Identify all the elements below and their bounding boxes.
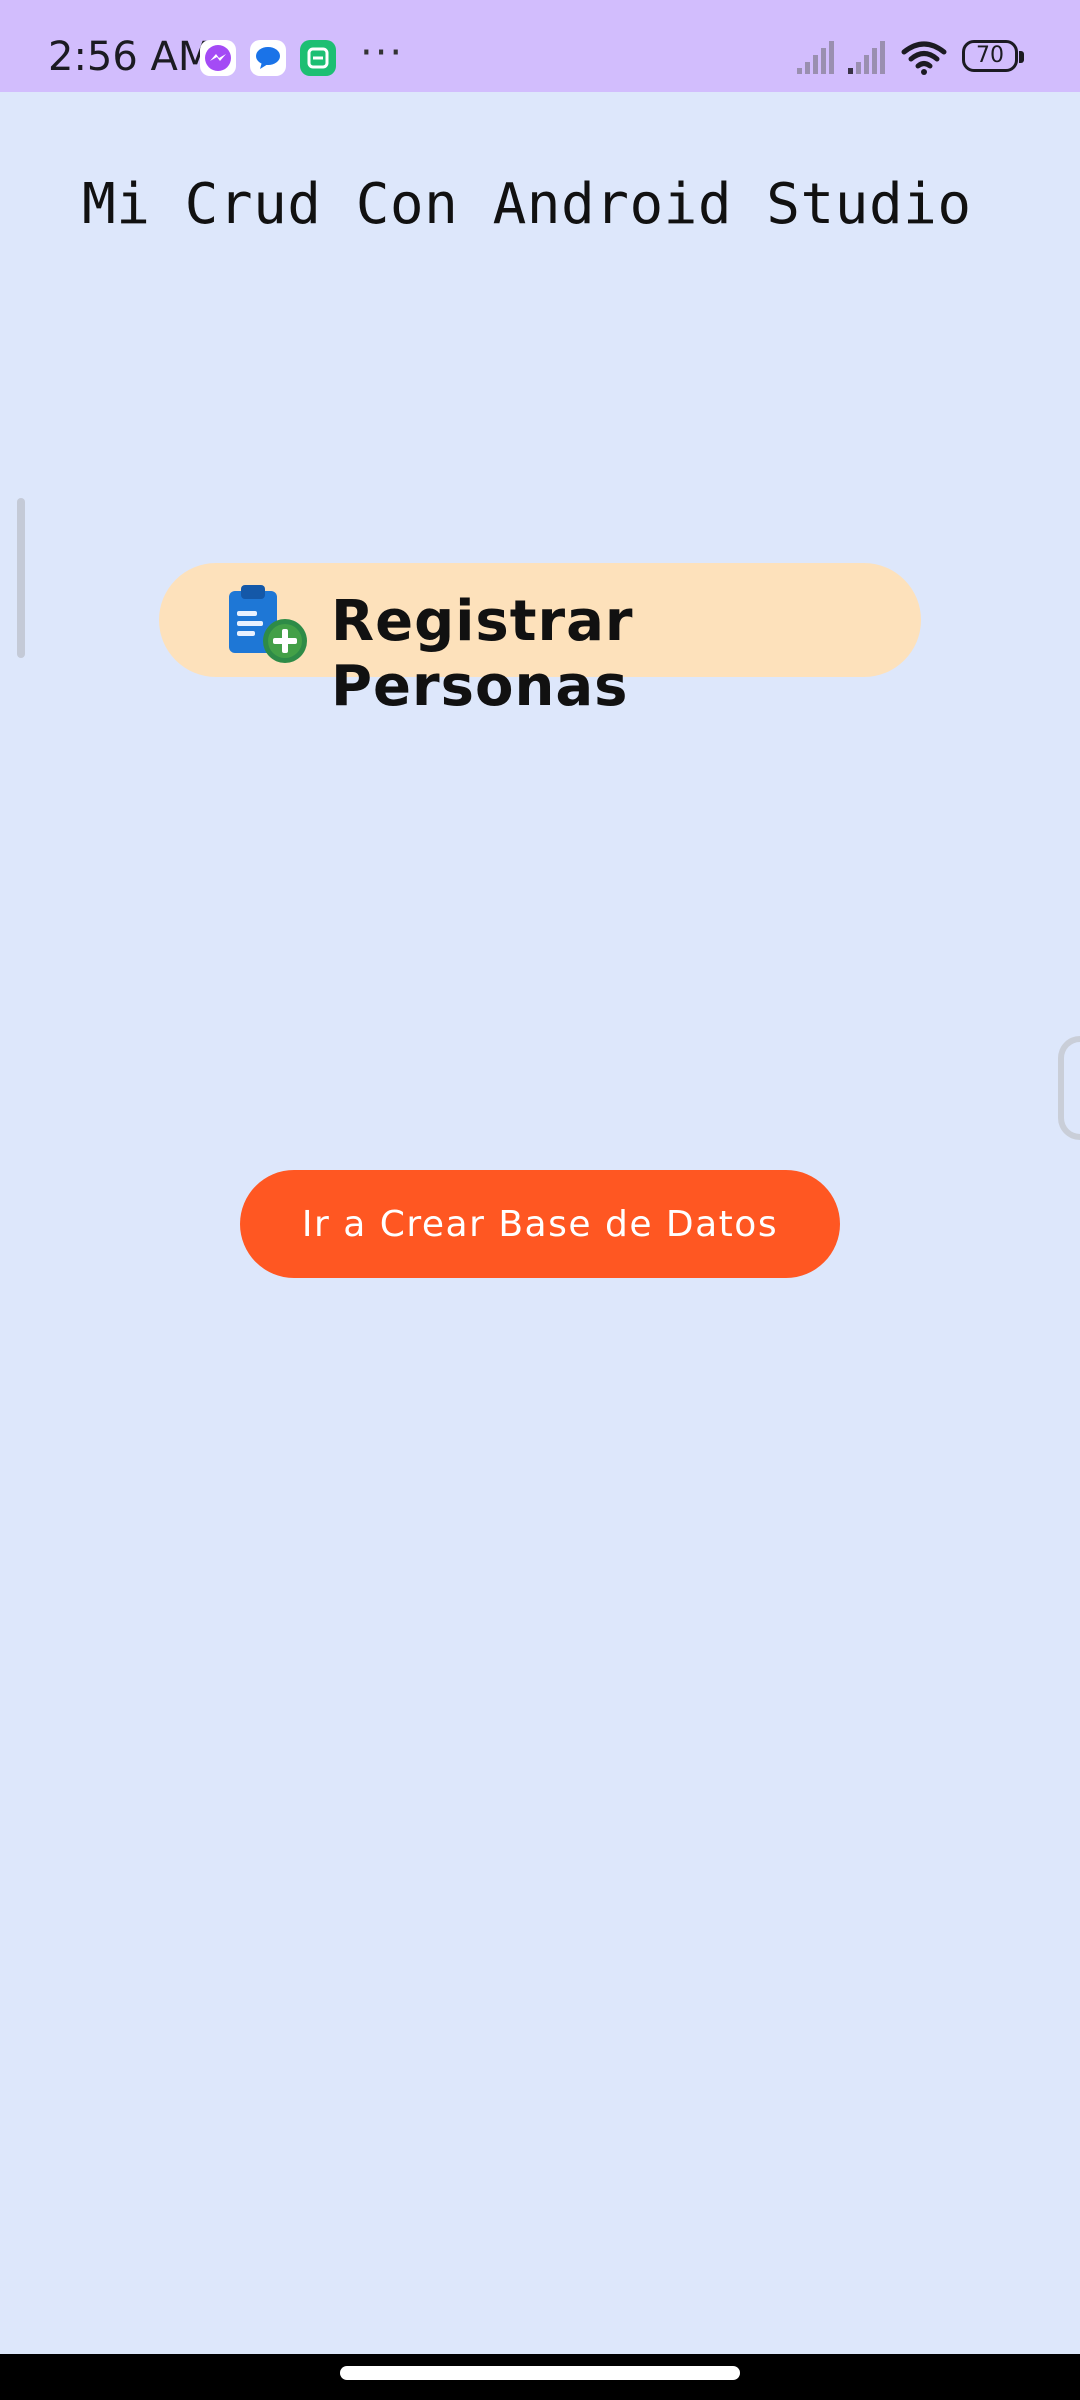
register-people-button[interactable]: Registrar Personas <box>159 563 921 719</box>
home-gesture-handle[interactable] <box>340 2366 740 2380</box>
chat-icon <box>250 40 286 76</box>
signal-strength-icon <box>848 41 885 74</box>
create-database-label: Ir a Crear Base de Datos <box>301 1203 779 1245</box>
page-title: Mi Crud Con Android Studio <box>82 172 972 237</box>
scrollbar[interactable] <box>17 498 25 658</box>
messenger-icon <box>200 40 236 76</box>
edge-gesture-handle[interactable] <box>1058 1036 1080 1140</box>
status-time: 2:56 AM <box>48 34 213 80</box>
wifi-icon <box>901 41 947 75</box>
clipboard-add-icon <box>229 585 307 663</box>
battery-icon: 70 <box>962 40 1024 72</box>
register-people-label: Registrar Personas <box>331 589 634 719</box>
app-icon <box>300 40 336 76</box>
navigation-bar <box>0 2354 1080 2400</box>
more-notifications-icon: ··· <box>360 30 405 76</box>
create-database-button[interactable]: Ir a Crear Base de Datos <box>240 1170 840 1278</box>
signal-strength-icon <box>797 41 834 74</box>
status-bar: 2:56 AM ··· 70 <box>0 0 1080 92</box>
